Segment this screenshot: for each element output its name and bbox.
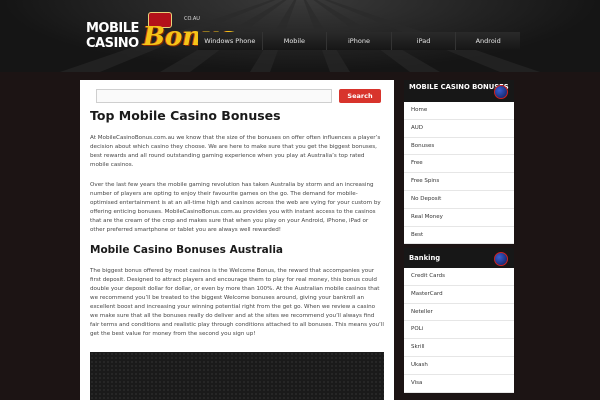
nav-mobile[interactable]: Mobile bbox=[263, 32, 328, 50]
sidebar-item-ukash[interactable]: Ukash bbox=[404, 357, 514, 375]
sidebar-item-mastercard[interactable]: MasterCard bbox=[404, 286, 514, 304]
nav-windows-phone[interactable]: Windows Phone bbox=[198, 32, 263, 50]
banking-widget: Banking Credit Cards MasterCard Neteller… bbox=[404, 248, 514, 393]
intro-paragraph: At MobileCasinoBonus.com.au we know that… bbox=[90, 135, 381, 168]
sidebar-item-free[interactable]: Free bbox=[404, 155, 514, 174]
nav-ipad[interactable]: iPad bbox=[392, 32, 457, 50]
banking-widget-title-text: Banking bbox=[409, 254, 441, 262]
logo-casino: CASINO bbox=[86, 36, 139, 51]
banking-widget-title: Banking bbox=[404, 248, 514, 268]
sidebar-item-bonuses[interactable]: Bonuses bbox=[404, 138, 514, 156]
sidebar-item-home[interactable]: Home bbox=[404, 102, 514, 120]
site-logo[interactable]: MOBILE CASINO Bonus CO.AU bbox=[84, 12, 235, 56]
sidebar-item-best[interactable]: Best bbox=[404, 227, 514, 245]
logo-domain: CO.AU bbox=[184, 16, 200, 22]
sidebar-item-skrill[interactable]: Skrill bbox=[404, 339, 514, 357]
site-header: MOBILE CASINO Bonus CO.AU Windows Phone … bbox=[0, 0, 600, 72]
media-panel bbox=[90, 352, 384, 400]
nav-android[interactable]: Android bbox=[456, 32, 520, 50]
main-content: Search Top Mobile Casino Bonuses At Mobi… bbox=[80, 80, 394, 400]
banking-list: Credit Cards MasterCard Neteller POLi Sk… bbox=[404, 268, 514, 393]
section-title: Mobile Casino Bonuses Australia bbox=[90, 244, 283, 256]
bonuses-widget-title: MOBILE CASINO BONUSES bbox=[404, 80, 514, 102]
nav-iphone[interactable]: iPhone bbox=[327, 32, 392, 50]
sidebar-item-no-deposit[interactable]: No Deposit bbox=[404, 191, 514, 209]
sidebar-item-aud[interactable]: AUD bbox=[404, 120, 514, 138]
logo-mobile: MOBILE bbox=[86, 21, 139, 36]
sidebar-item-visa[interactable]: Visa bbox=[404, 375, 514, 393]
main-nav: Windows Phone Mobile iPhone iPad Android bbox=[198, 32, 520, 50]
search-button[interactable]: Search bbox=[339, 89, 381, 103]
welcome-bonus-paragraph: The biggest bonus offered by most casino… bbox=[90, 268, 384, 337]
bonuses-widget: MOBILE CASINO BONUSES Home AUD Bonuses F… bbox=[404, 80, 514, 245]
australia-flag-icon bbox=[494, 252, 508, 266]
sidebar-item-real-money[interactable]: Real Money bbox=[404, 209, 514, 227]
bonuses-list: Home AUD Bonuses Free Free Spins No Depo… bbox=[404, 102, 514, 245]
revolution-paragraph: Over the last few years the mobile gamin… bbox=[90, 182, 381, 233]
australia-flag-icon bbox=[494, 85, 508, 99]
sidebar-item-free-spins[interactable]: Free Spins bbox=[404, 173, 514, 191]
sidebar-item-credit-cards[interactable]: Credit Cards bbox=[404, 268, 514, 286]
sidebar-item-poli[interactable]: POLi bbox=[404, 321, 514, 340]
page-title: Top Mobile Casino Bonuses bbox=[90, 108, 281, 123]
sidebar-item-neteller[interactable]: Neteller bbox=[404, 304, 514, 322]
search-input[interactable] bbox=[96, 89, 332, 103]
